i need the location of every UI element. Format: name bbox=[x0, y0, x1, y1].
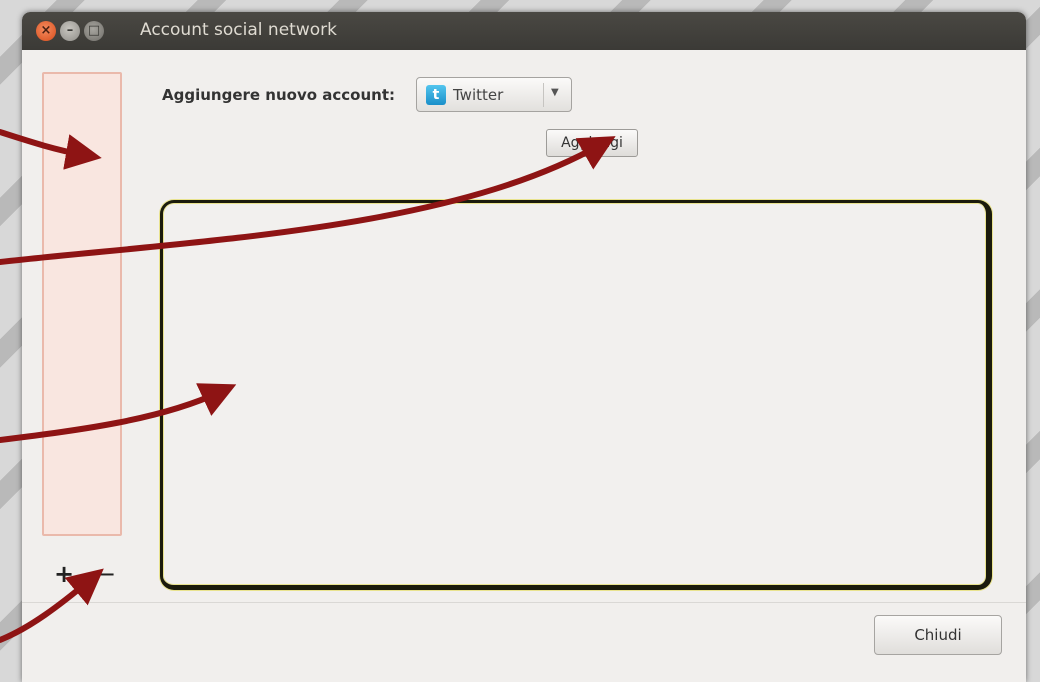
account-settings-area bbox=[160, 200, 992, 590]
maximize-window-icon[interactable]: □ bbox=[84, 21, 104, 41]
account-list[interactable] bbox=[42, 72, 122, 536]
twitter-icon: t bbox=[426, 85, 446, 105]
network-select[interactable]: t Twitter ▼ bbox=[416, 77, 572, 112]
network-select-value: Twitter bbox=[453, 86, 504, 104]
add-account-button[interactable]: + bbox=[54, 560, 74, 588]
new-account-label: Aggiungere nuovo account: bbox=[162, 86, 395, 104]
account-dialog-window: × – □ Account social network + − Aggiung… bbox=[22, 12, 1026, 682]
close-button[interactable]: Chiudi bbox=[874, 615, 1002, 655]
window-title: Account social network bbox=[140, 20, 337, 40]
select-divider bbox=[543, 83, 544, 107]
close-window-icon[interactable]: × bbox=[36, 21, 56, 41]
add-button[interactable]: Aggiungi bbox=[546, 129, 638, 157]
chevron-down-icon[interactable]: ▼ bbox=[551, 87, 559, 98]
title-bar[interactable]: × – □ Account social network bbox=[22, 12, 1026, 50]
remove-account-button[interactable]: − bbox=[96, 560, 116, 588]
footer-divider bbox=[22, 602, 1026, 603]
minimize-window-icon[interactable]: – bbox=[60, 21, 80, 41]
